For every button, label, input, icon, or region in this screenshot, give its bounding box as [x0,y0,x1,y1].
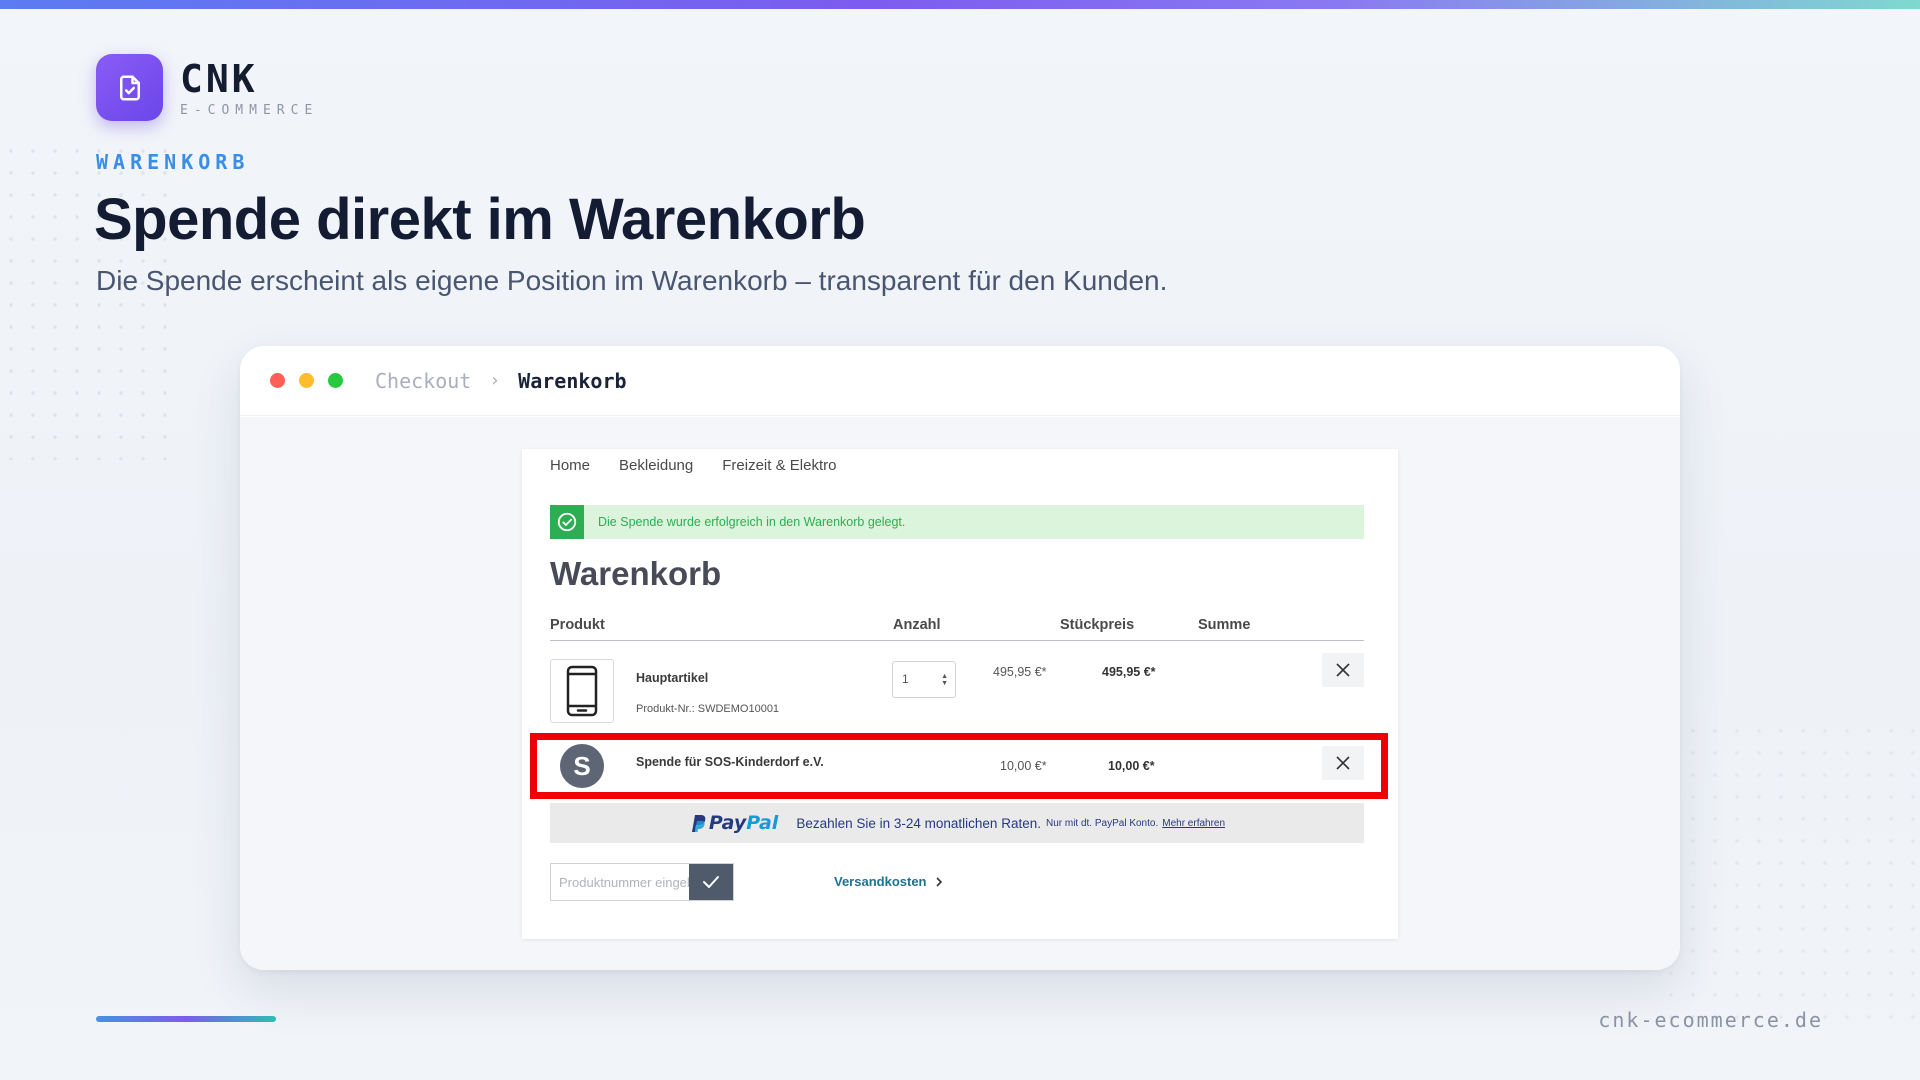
minimize-window-dot[interactable] [299,373,314,388]
shop-main-nav: Home Bekleidung Freizeit & Elektro [550,457,865,474]
column-header-unit-price: Stückpreis [1060,617,1135,633]
paypal-installment-banner: Pay Pal Bezahlen Sie in 3-24 monatlichen … [550,803,1364,843]
donation-total: 10,00 €* [1108,759,1155,773]
close-icon [1336,663,1350,677]
top-gradient-bar [0,0,1920,9]
page-title: Spende direkt im Warenkorb [94,187,866,252]
remove-donation-button[interactable] [1322,746,1364,780]
product-name[interactable]: Hauptartikel [636,671,708,685]
shipping-costs-link[interactable]: Versandkosten [834,874,944,889]
breadcrumb-separator-icon: › [489,370,501,391]
paypal-logo-part1: Pay [708,812,747,834]
paypal-p-icon [691,815,706,832]
quantity-select[interactable]: 1 ▲ ▼ [892,661,956,698]
brand-logo-icon [96,54,163,121]
cart-heading: Warenkorb [550,555,722,592]
smartphone-icon[interactable] [550,659,614,723]
window-content: Home Bekleidung Freizeit & Elektro Die S… [240,417,1680,970]
page-subtitle: Die Spende erscheint als eigene Position… [96,265,1168,296]
column-header-total: Summe [1198,617,1251,633]
bottom-accent-bar [96,1016,276,1022]
table-divider [550,640,1364,641]
donation-name: Spende für SOS-Kinderdorf e.V. [636,755,824,769]
nav-item-home[interactable]: Home [550,457,590,474]
shipping-costs-label: Versandkosten [834,874,927,889]
nav-item-freizeit-elektro[interactable]: Freizeit & Elektro [722,457,836,474]
product-number-input[interactable] [551,864,689,900]
select-arrows-icon: ▲ ▼ [941,673,948,687]
paypal-more-link[interactable]: Mehr erfahren [1162,818,1225,829]
column-header-product: Produkt [550,617,605,633]
line-total: 495,95 €* [1102,665,1156,679]
close-window-dot[interactable] [270,373,285,388]
section-label: WARENKORB [96,150,250,174]
remove-item-button[interactable] [1322,653,1364,687]
window-titlebar: Checkout › Warenkorb [240,346,1680,416]
close-icon [1336,756,1350,770]
alert-message: Die Spende wurde erfolgreich in den Ware… [598,515,906,529]
paypal-logo: Pay Pal [689,812,778,834]
breadcrumb: Checkout › Warenkorb [375,369,627,393]
product-number-form [550,863,734,901]
decorative-dot-grid [1660,720,1920,1020]
maximize-window-dot[interactable] [328,373,343,388]
shop-cart-page: Home Bekleidung Freizeit & Elektro Die S… [522,449,1398,939]
donation-avatar: S [560,744,604,788]
column-header-qty: Anzahl [893,617,941,633]
chevron-right-icon [935,876,942,887]
quantity-value: 1 [902,672,909,686]
breadcrumb-checkout[interactable]: Checkout [375,369,471,393]
paypal-logo-part2: Pal [746,812,779,834]
brand: CNK E-COMMERCE [96,54,318,121]
footer-domain: cnk-ecommerce.de [1598,1008,1823,1032]
success-alert: Die Spende wurde erfolgreich in den Ware… [550,505,1364,539]
brand-name: CNK [180,57,258,101]
browser-window: Checkout › Warenkorb Home Bekleidung Fre… [240,346,1680,970]
product-number: Produkt-Nr.: SWDEMO10001 [636,703,780,715]
check-circle-icon [550,505,584,539]
paypal-small-print: Nur mit dt. PayPal Konto. [1045,817,1159,829]
donation-unit-price: 10,00 €* [1000,759,1047,773]
paypal-text: Bezahlen Sie in 3-24 monatlichen Raten. [796,815,1041,831]
unit-price: 495,95 €* [993,665,1047,679]
submit-product-number-button[interactable] [689,864,733,900]
nav-item-bekleidung[interactable]: Bekleidung [619,457,693,474]
brand-subtitle: E-COMMERCE [180,103,319,118]
breadcrumb-current: Warenkorb [518,368,627,393]
check-icon [703,876,719,888]
